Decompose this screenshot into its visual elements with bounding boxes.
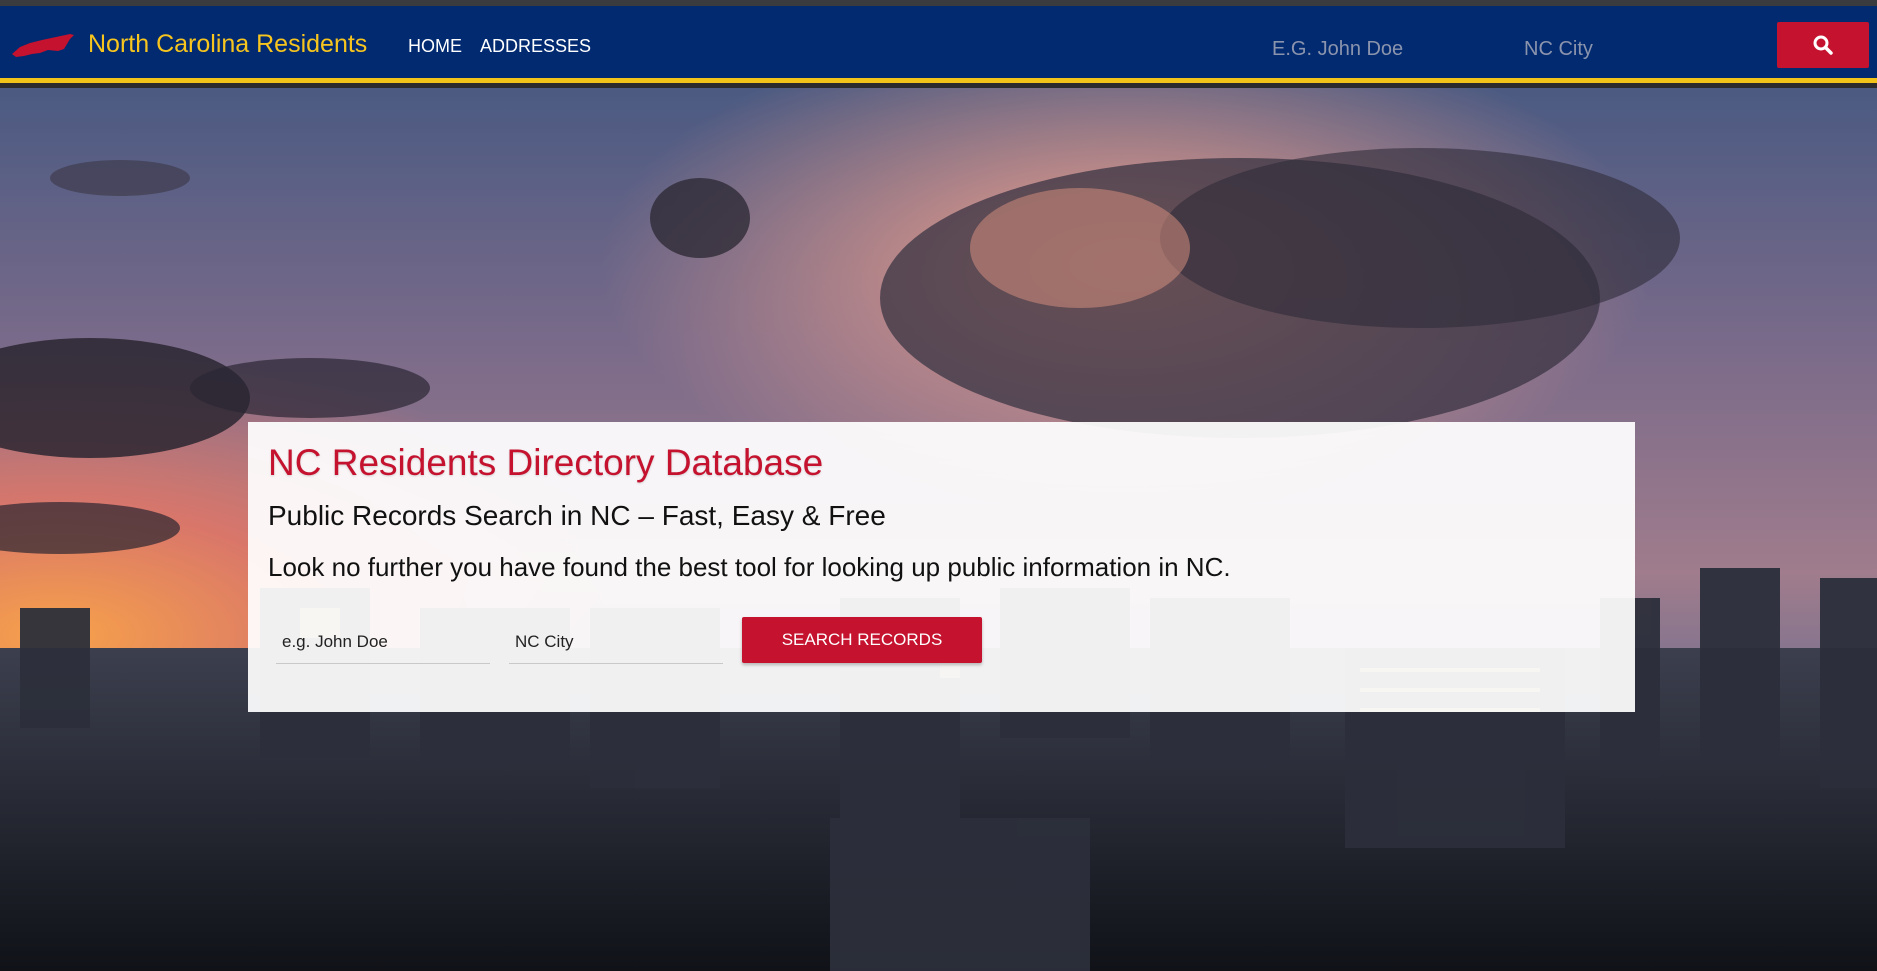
nc-state-shape-icon xyxy=(12,34,74,57)
hero-description: Look no further you have found the best … xyxy=(268,552,1231,582)
search-icon xyxy=(1813,35,1833,55)
nav-home-link[interactable]: HOME xyxy=(408,36,462,57)
hero-title: NC Residents Directory Database xyxy=(268,442,824,483)
header-name-search-input[interactable] xyxy=(1270,28,1504,70)
header-search-button[interactable] xyxy=(1777,22,1869,68)
hero-search-panel: NC Residents Directory Database Public R… xyxy=(248,422,1635,712)
main-nav: HOME ADDRESSES xyxy=(408,36,591,57)
hero-section: NC Residents Directory Database Public R… xyxy=(0,88,1877,971)
brand-name: North Carolina Residents xyxy=(88,29,368,58)
search-records-button[interactable]: SEARCH RECORDS xyxy=(742,617,982,663)
hero-city-search-input[interactable] xyxy=(509,620,723,664)
hero-subtitle: Public Records Search in NC – Fast, Easy… xyxy=(268,500,886,531)
brand-link[interactable]: North Carolina Residents xyxy=(10,24,367,64)
top-navbar: North Carolina Residents HOME ADDRESSES xyxy=(0,6,1877,83)
header-city-search-input[interactable] xyxy=(1522,28,1756,70)
hero-name-search-input[interactable] xyxy=(276,620,490,664)
nav-addresses-link[interactable]: ADDRESSES xyxy=(480,36,591,57)
